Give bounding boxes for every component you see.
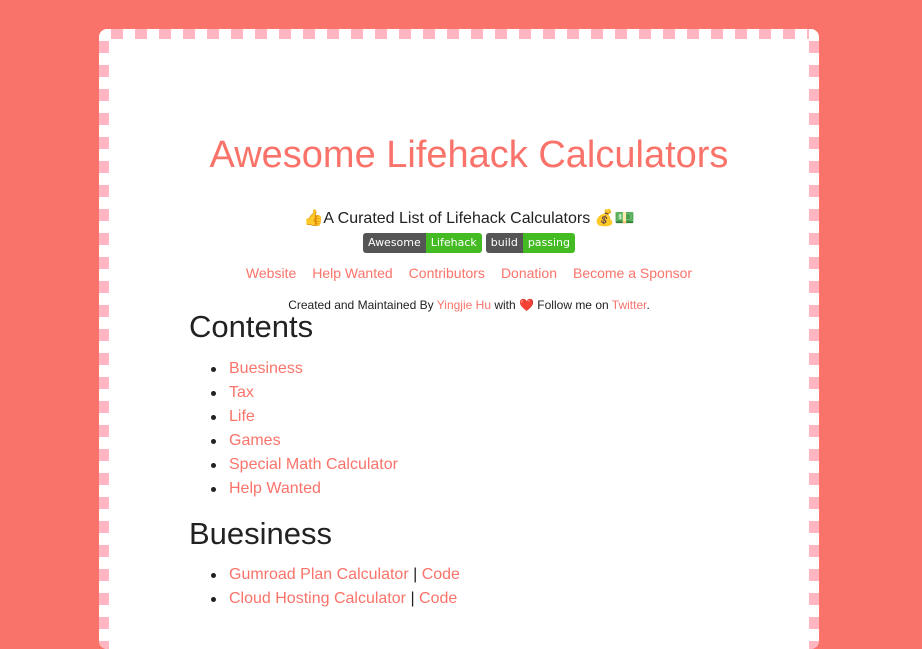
- list-item: Life: [211, 405, 398, 429]
- badge-left: Awesome: [362, 233, 426, 253]
- badge-right: passing: [522, 233, 576, 253]
- gumroad-code-link[interactable]: Code: [422, 566, 460, 583]
- author-link[interactable]: Yingjie Hu: [437, 298, 491, 312]
- toc-link-help-wanted[interactable]: Help Wanted: [229, 480, 321, 497]
- badge-left: build: [485, 233, 523, 253]
- nav-link-donation[interactable]: Donation: [501, 265, 557, 281]
- thumbs-up-icon: 👍: [303, 208, 324, 227]
- nav-link-contributors[interactable]: Contributors: [409, 265, 485, 281]
- heart-icon: ❤️: [519, 298, 534, 312]
- list-item: Cloud Hosting Calculator | Code: [211, 587, 460, 611]
- nav-link-help-wanted[interactable]: Help Wanted: [312, 265, 392, 281]
- contents-heading: Contents: [189, 309, 314, 344]
- nav-links: Website Help Wanted Contributors Donatio…: [199, 265, 739, 281]
- separator: |: [410, 590, 415, 607]
- credits-with: with: [491, 298, 520, 312]
- toc-link-tax[interactable]: Tax: [229, 384, 254, 401]
- business-list: Gumroad Plan Calculator | Code Cloud Hos…: [211, 563, 460, 611]
- list-item: Help Wanted: [211, 477, 398, 501]
- list-item: Tax: [211, 381, 398, 405]
- subtitle-text: A Curated List of Lifehack Calculators: [323, 210, 591, 227]
- gumroad-calculator-link[interactable]: Gumroad Plan Calculator: [229, 566, 409, 583]
- separator: |: [413, 566, 418, 583]
- build-badge[interactable]: build passing: [485, 233, 576, 253]
- toc-link-buesiness[interactable]: Buesiness: [229, 360, 303, 377]
- page-frame: Awesome Lifehack Calculators 👍A Curated …: [99, 29, 819, 649]
- business-heading: Buesiness: [189, 516, 333, 551]
- list-item: Gumroad Plan Calculator | Code: [211, 563, 460, 587]
- list-item: Buesiness: [211, 357, 398, 381]
- nav-link-website[interactable]: Website: [246, 265, 296, 281]
- nav-link-sponsor[interactable]: Become a Sponsor: [573, 265, 692, 281]
- list-item: Games: [211, 429, 398, 453]
- subtitle: 👍A Curated List of Lifehack Calculators …: [199, 208, 739, 228]
- toc-link-games[interactable]: Games: [229, 432, 281, 449]
- cloud-hosting-calculator-link[interactable]: Cloud Hosting Calculator: [229, 590, 406, 607]
- credits-suffix: .: [646, 298, 650, 312]
- list-item: Special Math Calculator: [211, 453, 398, 477]
- awesome-badge[interactable]: Awesome Lifehack: [362, 233, 482, 253]
- money-bag-icon: 💰💵: [594, 208, 635, 227]
- twitter-link[interactable]: Twitter: [612, 298, 647, 312]
- credits-follow: Follow me on: [533, 298, 612, 312]
- cloud-hosting-code-link[interactable]: Code: [419, 590, 457, 607]
- toc-link-life[interactable]: Life: [229, 408, 255, 425]
- toc-link-special-math[interactable]: Special Math Calculator: [229, 456, 398, 473]
- page-title: Awesome Lifehack Calculators: [209, 134, 729, 176]
- badge-right: Lifehack: [425, 233, 482, 253]
- badges: Awesome Lifehack build passing: [199, 233, 739, 253]
- contents-list: Buesiness Tax Life Games Special Math Ca…: [211, 357, 398, 501]
- content-card: Awesome Lifehack Calculators 👍A Curated …: [109, 39, 809, 649]
